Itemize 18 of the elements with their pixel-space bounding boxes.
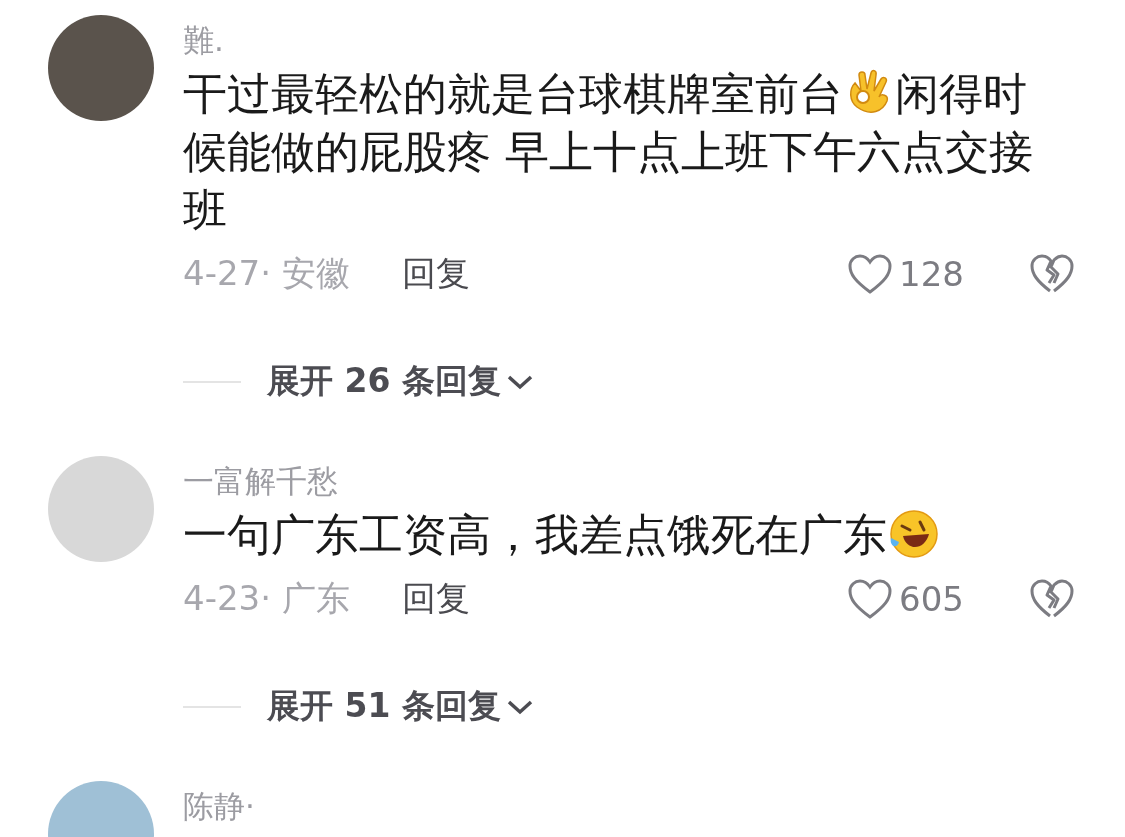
like-count: 128: [899, 254, 965, 294]
expand-replies-button[interactable]: 展开 51 条回复: [267, 684, 535, 729]
comment-text: 候能做的屁股疼 早上十点上班下午六点交接: [183, 126, 1033, 177]
heart-icon[interactable]: [847, 578, 893, 620]
comment-date-location: 4-23· 广东: [183, 577, 350, 620]
reply-button[interactable]: 回复: [401, 251, 470, 297]
reply-button[interactable]: 回复: [401, 576, 470, 622]
like-count: 605: [899, 579, 965, 619]
comment-text: 班: [183, 184, 227, 235]
comment-text: 闲得时: [895, 68, 1027, 119]
comment-text: 一句广东工资高，我差点饿死在广东: [183, 509, 887, 560]
heart-icon[interactable]: [847, 253, 893, 295]
broken-heart-icon[interactable]: [1029, 578, 1075, 620]
laughing-emoji-icon: [887, 508, 939, 560]
broken-heart-icon[interactable]: [1029, 253, 1075, 295]
comment-text: 干过最轻松的就是台球棋牌室前台: [183, 68, 843, 119]
expand-replies-button[interactable]: 展开 26 条回复: [267, 359, 535, 404]
comment-date-location: 4-27· 安徽: [183, 252, 350, 295]
